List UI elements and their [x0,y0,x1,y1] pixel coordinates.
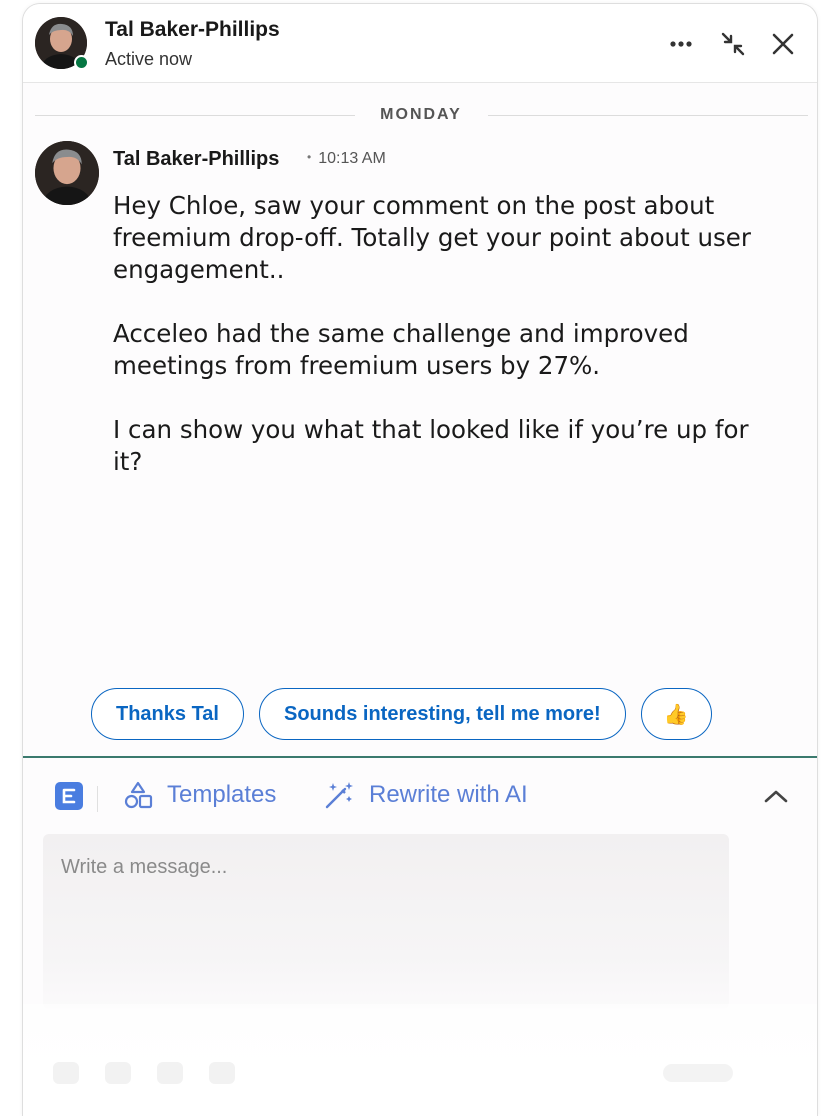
magic-wand-icon [325,782,353,809]
online-status-dot [74,55,89,70]
minimize-button[interactable] [715,26,751,62]
avatar-photo [35,141,99,205]
message-timestamp: 10:13 AM [307,150,386,168]
close-button[interactable] [765,26,801,62]
extension-button[interactable] [55,782,83,810]
bottom-fade-overlay [23,1004,817,1116]
message-sender-name[interactable]: Tal Baker-Phillips [113,148,279,171]
quick-reply-thumbs-up[interactable]: 👍 [640,688,712,740]
faded-attach-icon [105,1062,131,1084]
message-paragraph: Hey Chloe, saw your comment on the post … [113,191,751,284]
message-paragraph: I can show you what that looked like if … [113,415,749,476]
more-horizontal-icon [670,41,692,47]
rewrite-ai-label: Rewrite with AI [369,781,528,808]
quick-reply-tell-more[interactable]: Sounds interesting, tell me more! [259,688,626,740]
collapse-arrows-icon [721,32,745,56]
faded-image-icon [53,1062,79,1084]
message-input[interactable] [61,856,701,879]
close-icon [772,33,794,55]
header-contact-name[interactable]: Tal Baker-Phillips [105,18,280,42]
message-avatar[interactable] [35,141,99,205]
expand-toggle-button[interactable] [763,788,789,804]
templates-label: Templates [167,781,277,808]
faded-compose-actions [53,1062,235,1084]
message-paragraph: Acceleo had the same challenge and impro… [113,319,689,380]
quick-reply-thanks[interactable]: Thanks Tal [91,688,244,740]
more-options-button[interactable] [663,26,699,62]
message-body: Hey Chloe, saw your comment on the post … [113,190,753,510]
shapes-icon [124,781,153,809]
toolbar-separator [97,786,98,812]
faded-emoji-icon [209,1062,235,1084]
date-divider-label: MONDAY [380,106,462,123]
messaging-window: Tal Baker-Phillips Active now MONDAY Tal… [22,3,818,1116]
header-avatar[interactable] [35,17,89,70]
chevron-up-icon [764,790,788,803]
compose-divider [23,756,817,758]
quick-replies: Thanks Tal Sounds interesting, tell me m… [91,688,712,740]
faded-gif-icon [157,1062,183,1084]
faded-send-button [663,1064,733,1082]
compose-toolbar: Templates Rewrite with AI [23,764,817,834]
extension-logo-icon [55,782,83,810]
rewrite-ai-button[interactable]: Rewrite with AI [323,780,528,810]
conversation-header: Tal Baker-Phillips Active now [23,4,817,83]
header-active-status: Active now [105,49,193,69]
templates-button[interactable]: Templates [123,780,276,810]
message-compose-box[interactable] [43,834,729,1009]
